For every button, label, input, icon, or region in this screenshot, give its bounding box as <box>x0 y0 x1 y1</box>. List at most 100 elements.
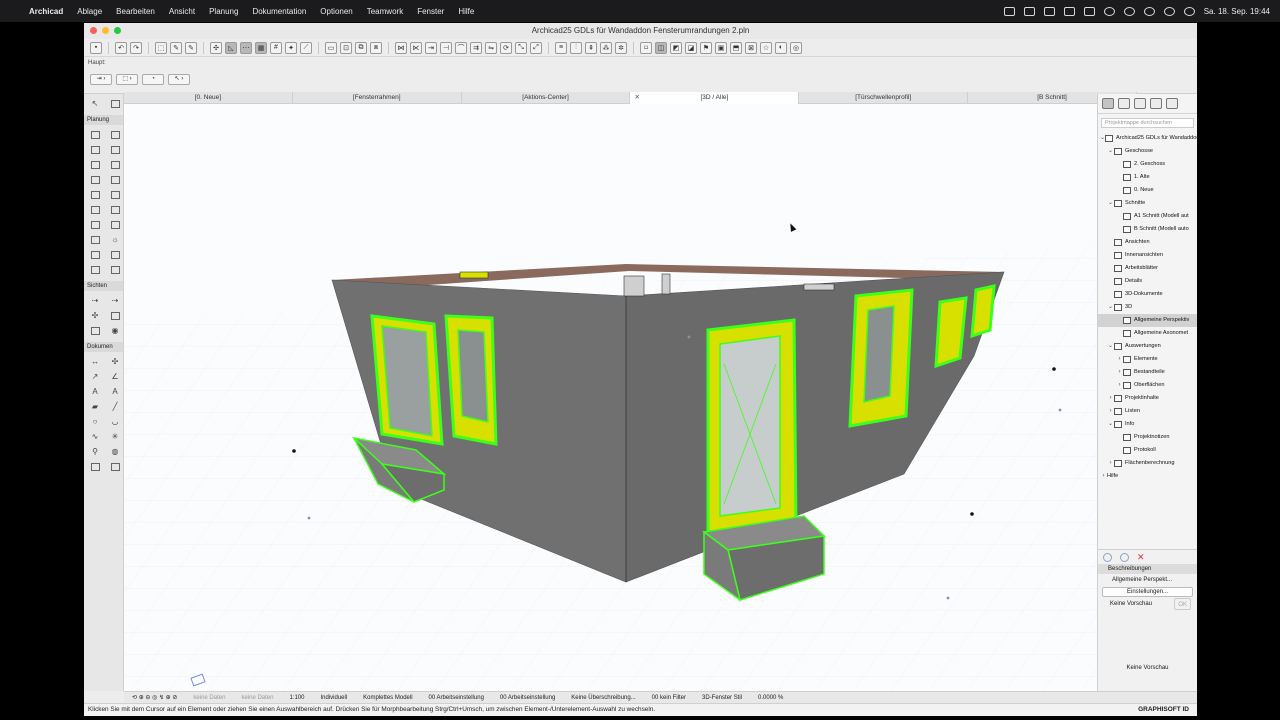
corner-window-tool-icon[interactable] <box>108 248 122 261</box>
tree-item-b-schnitt[interactable]: B Schnitt (Modell auto <box>1098 223 1197 236</box>
geometry-method[interactable]: ◔ <box>142 74 164 85</box>
select-icon[interactable]: ⬚ <box>155 41 167 54</box>
minimize-window-button[interactable] <box>102 27 109 34</box>
tree-item-allgemeine-perspektive[interactable]: Allgemeine Perspektiv <box>1098 314 1197 327</box>
tree-item-0-neue[interactable]: 0. Neue <box>1098 184 1197 197</box>
beschreibungen-header[interactable]: Beschreibungen <box>1098 564 1197 574</box>
distribute-icon[interactable]: ⫶ <box>570 41 582 54</box>
tree-item-geschosse[interactable]: ⌄ Geschosse <box>1098 145 1197 158</box>
pick-up-icon[interactable]: ✎ <box>170 41 182 54</box>
menu-ansicht[interactable]: Ansicht <box>162 7 202 16</box>
offset-icon[interactable]: ⇉ <box>470 41 482 54</box>
fillet-icon[interactable]: ⌒ <box>455 41 467 54</box>
close-icon[interactable]: ✕ <box>634 92 639 104</box>
tree-item-1-alte[interactable]: 1. Alte <box>1098 171 1197 184</box>
tree-item-3d-dokumente[interactable]: 3D-Dokumente <box>1098 288 1197 301</box>
zoom-controls[interactable]: ⟲ ⊕ ⊖ ◎ ↯ ⊕ ⊘ <box>124 694 185 701</box>
layout-book-tab-icon[interactable] <box>1134 98 1146 109</box>
menu-optionen[interactable]: Optionen <box>313 7 359 16</box>
tab-tuerschwellenprofil[interactable]: [Türschwellenprofil] <box>799 92 969 104</box>
tree-item-hilfe[interactable]: › Hilfe <box>1098 470 1197 483</box>
tree-item-ansichten[interactable]: Ansichten <box>1098 236 1197 249</box>
pen-set-select[interactable]: 00 Arbeitseinstellung <box>421 695 492 701</box>
publish-icon[interactable]: ⬒ <box>730 41 742 54</box>
beam-tool-icon[interactable] <box>88 143 102 156</box>
graphisoft-id-button[interactable]: GRAPHISOFT ID <box>1138 704 1189 716</box>
dimension-tool-icon[interactable]: ↔ <box>88 355 102 368</box>
door-tool-icon[interactable] <box>88 218 102 231</box>
arrow-tool-icon[interactable]: ↖ <box>88 97 102 110</box>
menu-fenster[interactable]: Fenster <box>410 7 451 16</box>
snap-guides-icon[interactable]: ⋯ <box>240 41 252 54</box>
shell-tool-icon[interactable] <box>108 158 122 171</box>
arc-tool-icon[interactable]: ◡ <box>108 415 122 428</box>
preview-label[interactable]: Keine Vorschau <box>1110 598 1152 610</box>
elevation-tool-icon[interactable]: ⇢ <box>108 294 122 307</box>
hotspot-tool-icon[interactable]: ✳ <box>108 430 122 443</box>
bluetooth-icon[interactable] <box>1143 6 1155 16</box>
menu-planung[interactable]: Planung <box>202 7 245 16</box>
menu-bearbeiten[interactable]: Bearbeiten <box>109 7 162 16</box>
lamp-tool-icon[interactable]: ☼ <box>108 233 122 246</box>
tree-item-protokoll[interactable]: Protokoll <box>1098 444 1197 457</box>
favorites-icon[interactable]: ☆ <box>760 41 772 54</box>
group-icon[interactable]: ⧉ <box>355 41 367 54</box>
flag-icon[interactable]: ⚑ <box>700 41 712 54</box>
detail-tool-icon[interactable] <box>88 324 102 337</box>
tree-item-a1-schnitt[interactable]: A1 Schnitt (Modell aut <box>1098 210 1197 223</box>
marquee-tool-icon[interactable] <box>108 97 122 110</box>
column-tool-icon[interactable] <box>108 128 122 141</box>
pen-set-icon[interactable]: ⟋ <box>300 41 312 54</box>
stair-tool-icon[interactable] <box>88 173 102 186</box>
text-tool-icon[interactable]: A <box>108 385 122 398</box>
railing-tool-icon[interactable] <box>108 173 122 186</box>
intersect-icon[interactable]: ⋉ <box>410 41 422 54</box>
navigator-menu-icon[interactable] <box>1166 98 1178 109</box>
einstellungen-button[interactable]: Einstellungen... <box>1102 587 1193 597</box>
tree-item-listen[interactable]: › Listen <box>1098 405 1197 418</box>
worksheet-tool-icon[interactable] <box>108 309 122 322</box>
tab-aktions-center[interactable]: [Aktions-Center] <box>462 92 631 104</box>
tree-item-details[interactable]: Details <box>1098 275 1197 288</box>
explode-icon[interactable]: ✲ <box>615 41 627 54</box>
battery-icon[interactable] <box>1083 6 1095 16</box>
renovation-filter-select[interactable]: 00 kein Filter <box>644 695 694 701</box>
undo-icon[interactable]: ↶ <box>115 41 127 54</box>
tree-item-allgemeine-axonometrie[interactable]: Allgemeine Axonomet <box>1098 327 1197 340</box>
opening-tool-icon[interactable] <box>108 263 122 276</box>
3d-viewport[interactable] <box>124 104 1097 691</box>
project-map-search-input[interactable]: Projektmappe durchsuchen <box>1101 118 1194 128</box>
display-icon[interactable] <box>1063 6 1075 16</box>
toolbox-section-planung[interactable]: Planung <box>84 115 123 125</box>
wifi-icon[interactable] <box>1123 6 1135 16</box>
skylight-tool-icon[interactable] <box>88 233 102 246</box>
angle-dimension-tool-icon[interactable]: ∠ <box>108 370 122 383</box>
bimx-icon[interactable]: ◎ <box>790 41 802 54</box>
rotate-icon[interactable]: ⟳ <box>500 41 512 54</box>
view-settings-icon[interactable] <box>1120 552 1129 562</box>
menu-dokumentation[interactable]: Dokumentation <box>245 7 313 16</box>
record-icon[interactable] <box>1023 6 1035 16</box>
mirror-icon[interactable]: ⇋ <box>485 41 497 54</box>
tree-item-flaechenberechnung[interactable]: › Flächenberechnung <box>1098 457 1197 470</box>
control-center-icon[interactable] <box>1163 6 1175 16</box>
layer-combination-select[interactable]: Individuell <box>312 695 355 701</box>
3d-style-select[interactable]: 3D-Fenster Stil <box>694 695 750 701</box>
trace-icon[interactable]: ✦ <box>285 41 297 54</box>
ok-button[interactable]: OK <box>1174 598 1191 610</box>
wall-end-tool-icon[interactable] <box>88 263 102 276</box>
inject-icon[interactable]: ✎ <box>185 41 197 54</box>
structure-display-select[interactable]: Komplettes Modell <box>355 695 420 701</box>
elevate-icon[interactable]: ⇞ <box>585 41 597 54</box>
camera-tool-icon[interactable]: ◍ <box>108 445 122 458</box>
grid-element-tool-icon[interactable] <box>108 460 122 473</box>
redo-zoom-info[interactable]: keine Daten <box>233 695 281 701</box>
circle-tool-icon[interactable]: ○ <box>88 415 102 428</box>
tree-item-bestandteile[interactable]: › Bestandteile <box>1098 366 1197 379</box>
project-map-tab-icon[interactable] <box>1102 98 1114 109</box>
label-tool-icon[interactable]: A <box>88 385 102 398</box>
interior-elevation-tool-icon[interactable]: ✣ <box>88 309 102 322</box>
radial-dimension-tool-icon[interactable]: ↗ <box>88 370 102 383</box>
graphic-override-select[interactable]: Keine Überschreibung... <box>563 695 643 701</box>
undo-zoom-info[interactable]: keine Daten <box>185 695 233 701</box>
